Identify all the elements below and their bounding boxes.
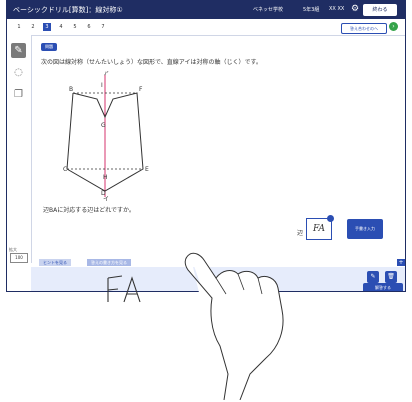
label-a: ア	[103, 71, 109, 77]
question-tag: 問題	[41, 43, 57, 51]
answer-status-dot	[327, 215, 334, 222]
zoom-value[interactable]: 100	[10, 253, 28, 263]
page-4[interactable]: 4	[57, 23, 65, 31]
class-name: 5年3組	[303, 7, 320, 13]
school-name: ベネッセ学校	[253, 7, 284, 13]
user-name: XX XX	[329, 6, 345, 12]
subquestion-text: 辺BAに対応する辺はどれですか。	[43, 207, 135, 214]
copy-icon[interactable]: ❐	[11, 87, 26, 102]
question-area: 問題 次の図は線対称（せんたいしょう）な図形で、直線アイは対称の軸（じく）です。…	[31, 35, 405, 259]
page-1[interactable]: 1	[15, 23, 23, 31]
label-e: E	[145, 166, 149, 173]
plus-icon[interactable]: +	[397, 259, 405, 266]
answer-prefix: 辺	[297, 230, 304, 237]
hand-outline	[184, 252, 284, 400]
page-navigation: 1 2 3 4 5 6 7 答え合わせのへ ›	[7, 19, 405, 36]
submit-answer-button[interactable]: 解答する	[363, 283, 403, 291]
page-3[interactable]: 3	[43, 23, 51, 31]
page-6[interactable]: 6	[85, 23, 93, 31]
tablet-screen: ベーシックドリル[算数]：線対称① ベネッセ学校 5年3組 XX XX ⚙ 終わ…	[6, 0, 406, 292]
stroke-f	[107, 275, 123, 302]
symmetric-figure: ア イ B F G C E H D I	[63, 71, 149, 201]
label-i2: I	[101, 82, 103, 89]
tool-sidebar: ✎ ◌ ❐ 拡大 100	[7, 35, 32, 263]
end-button[interactable]: 終わる	[363, 4, 397, 16]
title-bar: ベーシックドリル[算数]：線対称① ベネッセ学校 5年3組 XX XX ⚙ 終わ…	[7, 1, 405, 19]
trash-icon[interactable]: 🗑	[385, 271, 397, 283]
pen-icon[interactable]: ✎	[11, 43, 26, 58]
stroke-a	[123, 276, 141, 303]
eraser-icon[interactable]: ◌	[11, 65, 26, 80]
gear-icon[interactable]: ⚙	[351, 4, 359, 14]
label-c: C	[63, 166, 67, 173]
label-h: H	[103, 174, 108, 181]
label-f: F	[139, 86, 143, 93]
hand-illustration	[184, 252, 284, 400]
page-7[interactable]: 7	[99, 23, 107, 31]
app-title: ベーシックドリル[算数]：線対称①	[13, 6, 123, 14]
label-d: D	[101, 190, 106, 197]
page-5[interactable]: 5	[71, 23, 79, 31]
label-g: G	[101, 122, 106, 129]
pen-icon[interactable]: ✎	[367, 271, 379, 283]
question-text: 次の図は線対称（せんたいしょう）な図形で、直線アイは対称の軸（じく）です。	[41, 59, 262, 66]
label-b: B	[69, 86, 73, 93]
arrow-right-icon[interactable]: ›	[389, 22, 398, 31]
handwriting-input-button[interactable]: 手書き入力	[347, 219, 383, 239]
page-2[interactable]: 2	[29, 23, 37, 31]
check-answers-button[interactable]: 答え合わせのへ	[341, 23, 387, 34]
